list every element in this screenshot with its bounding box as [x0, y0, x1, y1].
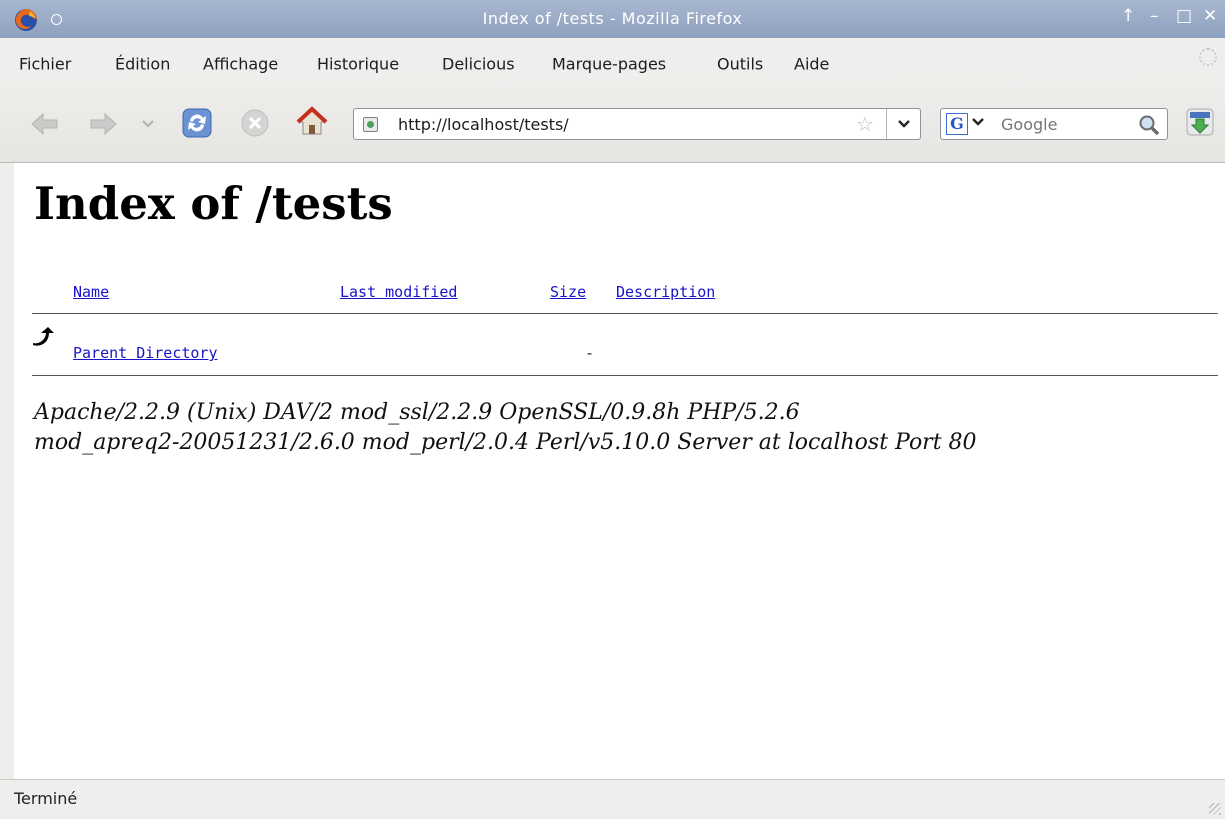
back-icon[interactable]	[30, 111, 60, 137]
menu-edition[interactable]: Édition	[115, 55, 170, 74]
parent-directory-size: -	[585, 344, 595, 362]
menu-outils[interactable]: Outils	[717, 55, 763, 74]
status-bar: Terminé	[0, 779, 1225, 819]
url-bar[interactable]: http://localhost/tests/ ☆	[353, 108, 921, 140]
maximize-button[interactable]: □	[1176, 6, 1193, 26]
menu-marque-pages[interactable]: Marque-pages	[552, 55, 666, 74]
home-icon[interactable]	[296, 106, 328, 138]
menu-delicious[interactable]: Delicious	[442, 55, 515, 74]
menu-historique[interactable]: Historique	[317, 55, 399, 74]
forward-icon[interactable]	[88, 111, 118, 137]
navigation-toolbar: http://localhost/tests/ ☆ G	[0, 73, 1225, 163]
server-signature: Apache/2.2.9 (Unix) DAV/2 mod_ssl/2.2.9 …	[34, 398, 977, 458]
bookmark-star-icon[interactable]: ☆	[856, 112, 874, 136]
column-size-link[interactable]: Size	[550, 283, 586, 301]
minimize-button[interactable]: –	[1150, 6, 1159, 26]
header-divider	[32, 313, 1218, 314]
page-title: Index of /tests	[34, 177, 393, 230]
menu-fichier[interactable]: Fichier	[19, 55, 71, 74]
firefox-window: Index of /tests - Mozilla Firefox ↑ – □ …	[0, 0, 1225, 819]
stop-icon[interactable]	[240, 108, 270, 138]
status-text: Terminé	[14, 789, 78, 808]
column-description-link[interactable]: Description	[616, 283, 715, 301]
site-identity-icon[interactable]	[363, 117, 378, 132]
window-left-border	[0, 163, 14, 779]
url-text[interactable]: http://localhost/tests/	[398, 115, 569, 134]
page-content: Index of /tests Name Last modified Size …	[14, 163, 1225, 779]
search-bar: G	[940, 108, 1168, 140]
column-last-modified-link[interactable]: Last modified	[340, 283, 457, 301]
window-title: Index of /tests - Mozilla Firefox	[482, 9, 743, 28]
menu-bar: Fichier Édition Affichage Historique Del…	[0, 38, 1225, 74]
title-bar: Index of /tests - Mozilla Firefox ↑ – □ …	[0, 0, 1225, 38]
parent-directory-icon	[33, 327, 54, 346]
history-dropdown-icon[interactable]	[141, 118, 155, 130]
server-signature-line-1: Apache/2.2.9 (Unix) DAV/2 mod_ssl/2.2.9 …	[34, 400, 800, 425]
resize-grip-icon[interactable]	[1209, 803, 1221, 815]
url-dropdown-button[interactable]	[886, 109, 920, 139]
keep-above-button[interactable]: ↑	[1121, 6, 1136, 26]
close-button[interactable]: ✕	[1203, 6, 1218, 26]
search-engine-icon[interactable]: G	[946, 113, 968, 135]
server-signature-line-2: mod_apreq2-20051231/2.6.0 mod_perl/2.0.4…	[34, 430, 977, 455]
search-input[interactable]	[1001, 113, 1121, 135]
throbber-icon	[1199, 48, 1217, 66]
download-icon[interactable]	[1184, 106, 1216, 138]
column-name-link[interactable]: Name	[73, 283, 109, 301]
magnifier-icon[interactable]	[1138, 114, 1160, 136]
reload-icon[interactable]	[181, 107, 213, 139]
footer-divider	[32, 375, 1218, 376]
menu-affichage[interactable]: Affichage	[203, 55, 278, 74]
chevron-down-icon	[898, 120, 910, 128]
menu-aide[interactable]: Aide	[794, 55, 829, 74]
parent-directory-link[interactable]: Parent Directory	[73, 344, 218, 362]
engine-dropdown-icon[interactable]	[971, 117, 985, 127]
